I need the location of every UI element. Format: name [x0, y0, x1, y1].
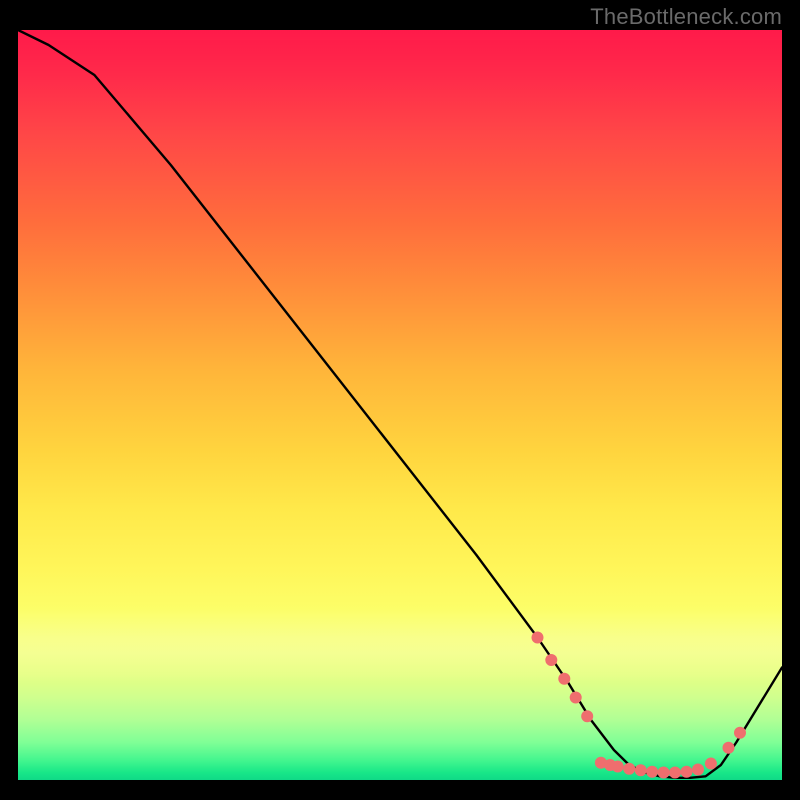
- marker-dot: [635, 764, 647, 776]
- marker-dot: [532, 632, 544, 644]
- watermark-text: TheBottleneck.com: [590, 4, 782, 30]
- chart-svg: [18, 30, 782, 780]
- marker-dot: [669, 767, 681, 779]
- marker-dot: [723, 742, 735, 754]
- bottleneck-curve-line: [18, 30, 782, 778]
- marker-dot: [646, 766, 658, 778]
- marker-dot: [558, 673, 570, 685]
- marker-dot: [692, 764, 704, 776]
- highlighted-points-group: [532, 632, 747, 779]
- chart-frame: TheBottleneck.com: [0, 0, 800, 800]
- marker-dot: [612, 761, 624, 773]
- marker-dot: [658, 767, 670, 779]
- marker-dot: [545, 654, 557, 666]
- marker-dot: [570, 692, 582, 704]
- marker-dot: [623, 763, 635, 775]
- plot-area: [18, 30, 782, 780]
- marker-dot: [581, 710, 593, 722]
- marker-dot: [734, 727, 746, 739]
- marker-dot: [681, 766, 693, 778]
- marker-dot: [705, 758, 717, 770]
